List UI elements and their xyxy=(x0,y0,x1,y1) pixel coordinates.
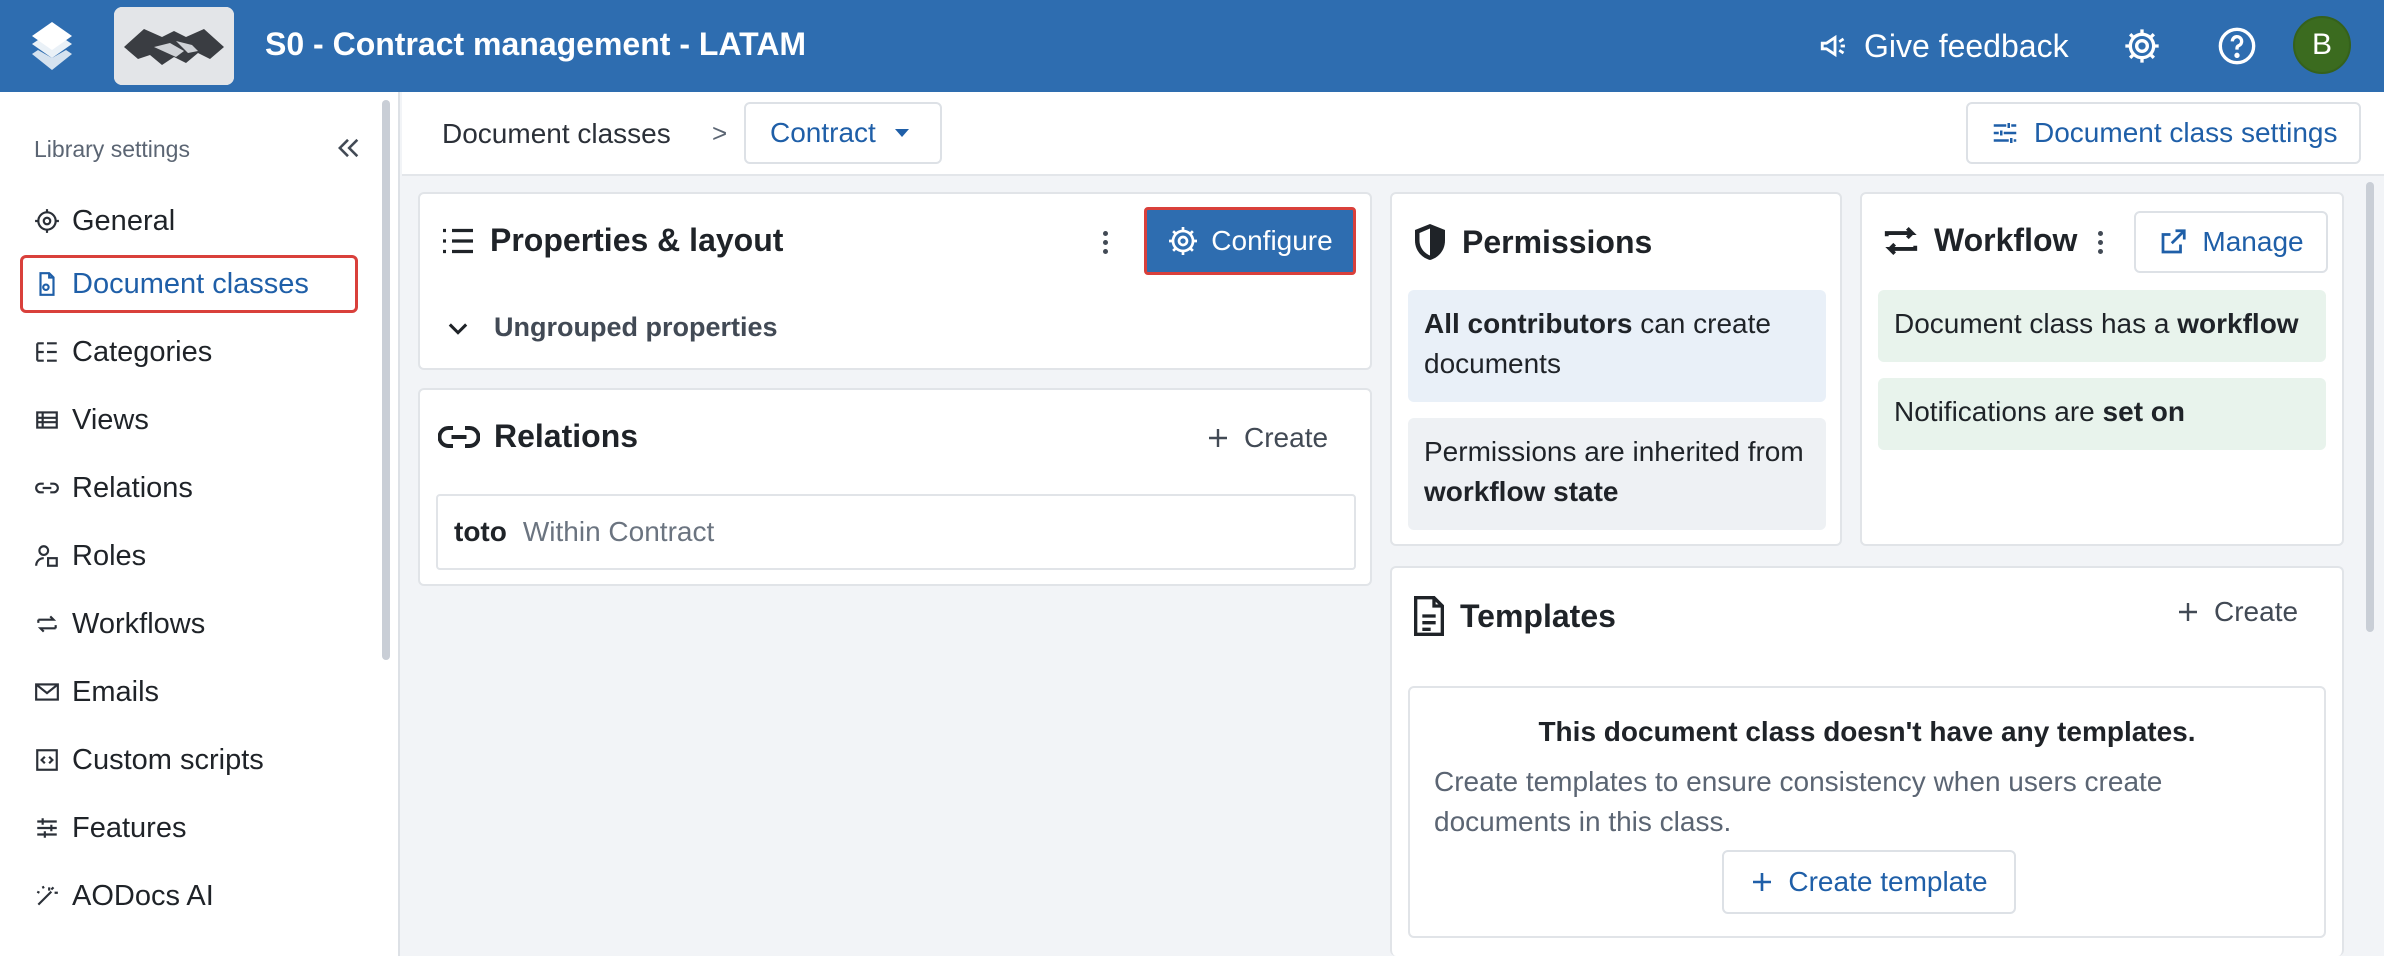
library-image xyxy=(114,7,234,85)
permissions-create-info: All contributors can create documents xyxy=(1408,290,1826,402)
tune-icon xyxy=(1993,123,2017,143)
ungrouped-properties-toggle[interactable]: Ungrouped properties xyxy=(444,312,778,343)
give-feedback-label: Give feedback xyxy=(1864,27,2069,64)
sidebar-item-emails[interactable]: Emails xyxy=(20,663,358,721)
workflow-icon xyxy=(37,615,57,633)
breadcrumb-document-classes[interactable]: Document classes xyxy=(442,118,671,150)
workflow-keyword: workflow xyxy=(2177,308,2299,339)
relations-title: Relations xyxy=(438,418,638,455)
templates-empty-description: Create templates to ensure consistency w… xyxy=(1434,766,2163,837)
create-template-button[interactable]: Create template xyxy=(1722,850,2016,914)
templates-title: Templates xyxy=(1412,596,1616,636)
workflow-icon xyxy=(1884,226,1918,255)
handshake-icon xyxy=(114,7,234,85)
create-template-link-button[interactable]: Create xyxy=(2176,596,2298,628)
categories-icon xyxy=(36,342,57,362)
templates-empty-title: This document class doesn't have any tem… xyxy=(1538,716,2196,747)
relation-name: toto xyxy=(454,516,507,547)
views-icon xyxy=(36,411,58,429)
properties-more-options-icon[interactable] xyxy=(1095,222,1115,262)
sliders-icon xyxy=(37,818,57,838)
library-title: S0 - Contract management - LATAM xyxy=(265,26,807,62)
shield-icon xyxy=(1415,224,1445,260)
workflow-status-info: Document class has a workflow xyxy=(1878,290,2326,362)
mail-icon xyxy=(35,683,59,701)
templates-empty-state: This document class doesn't have any tem… xyxy=(1408,686,2326,938)
permissions-contributors: All contributors xyxy=(1424,308,1633,339)
document-class-settings-label: Document class settings xyxy=(2034,117,2338,148)
open-external-icon xyxy=(2162,229,2187,254)
link-icon xyxy=(438,425,480,448)
relation-description: Within Contract xyxy=(522,516,715,547)
roles-icon xyxy=(35,545,58,567)
workflow-title: Workflow xyxy=(1882,222,2077,259)
sidebar-item-workflows[interactable]: Workflows xyxy=(20,595,358,653)
plus-icon xyxy=(1753,873,1772,891)
document-class-settings-button[interactable]: Document class settings xyxy=(1966,102,2362,164)
sidebar-item-relations[interactable]: Relations xyxy=(20,459,358,517)
notifications-status: set on xyxy=(2102,396,2186,427)
permissions-workflow-state: workflow state xyxy=(1424,476,1619,507)
selected-document-class: Contract xyxy=(770,117,876,148)
plus-icon xyxy=(2179,603,2197,621)
top-bar: S0 - Contract management - LATAM Give fe… xyxy=(0,0,2384,92)
manage-label: Manage xyxy=(2202,226,2304,257)
sidebar-item-features[interactable]: Features xyxy=(20,799,358,857)
sidebar-item-general[interactable]: General xyxy=(20,192,358,250)
sidebar-scrollbar[interactable] xyxy=(382,100,390,660)
gear-icon xyxy=(1169,227,1198,255)
ungrouped-properties-label: Ungrouped properties xyxy=(494,312,778,342)
relation-row[interactable]: toto Within Contract xyxy=(436,494,1356,570)
permissions-title: Permissions xyxy=(1412,222,1652,262)
sidebar-item-roles[interactable]: Roles xyxy=(20,527,358,585)
settings-gear-icon[interactable] xyxy=(2118,22,2166,70)
link-icon xyxy=(35,482,59,494)
sidebar-item-views[interactable]: Views xyxy=(20,391,358,449)
gear-icon xyxy=(35,209,59,233)
manage-workflow-button[interactable]: Manage xyxy=(2134,211,2328,273)
document-class-selector[interactable]: Contract xyxy=(744,102,942,164)
document-icon xyxy=(1414,596,1444,636)
plus-icon xyxy=(1209,429,1227,447)
breadcrumb-separator: > xyxy=(712,118,728,148)
sidebar-item-aodocs-ai[interactable]: AODocs AI xyxy=(20,867,358,925)
sidebar-heading: Library settings xyxy=(34,136,190,162)
permissions-inherited-info: Permissions are inherited from workflow … xyxy=(1408,418,1826,530)
breadcrumb-bar: Document classes > Contract Document cla… xyxy=(402,92,2384,176)
configure-button[interactable]: Configure xyxy=(1144,207,1356,275)
settings-sidebar: Library settings General Document classe… xyxy=(0,92,400,956)
sidebar-item-document-classes[interactable]: Document classes xyxy=(20,255,358,313)
code-icon xyxy=(36,749,58,771)
create-template-label: Create template xyxy=(1788,866,1988,897)
magic-wand-icon xyxy=(36,885,58,906)
sidebar-item-custom-scripts[interactable]: Custom scripts xyxy=(20,731,358,789)
megaphone-icon xyxy=(1820,34,1845,58)
help-icon[interactable] xyxy=(2213,22,2261,70)
workflow-more-options-icon[interactable] xyxy=(2090,222,2110,262)
sidebar-item-categories[interactable]: Categories xyxy=(20,323,358,381)
collapse-sidebar-icon[interactable] xyxy=(330,130,366,166)
list-icon xyxy=(443,228,473,253)
configure-label: Configure xyxy=(1211,225,1333,256)
user-avatar[interactable]: B xyxy=(2293,16,2351,74)
chevron-down-icon xyxy=(448,322,468,335)
create-template-link-label: Create xyxy=(2214,596,2299,627)
create-relation-button[interactable]: Create xyxy=(1206,422,1328,454)
aodocs-logo-icon[interactable] xyxy=(26,20,78,72)
give-feedback-button[interactable]: Give feedback xyxy=(1818,22,2069,70)
properties-layout-title: Properties & layout xyxy=(440,222,783,259)
create-relation-label: Create xyxy=(1244,422,1329,453)
notifications-info: Notifications are set on xyxy=(1878,378,2326,450)
document-class-icon xyxy=(39,272,55,296)
caret-down-icon xyxy=(894,129,909,137)
main-scrollbar[interactable] xyxy=(2366,182,2374,632)
